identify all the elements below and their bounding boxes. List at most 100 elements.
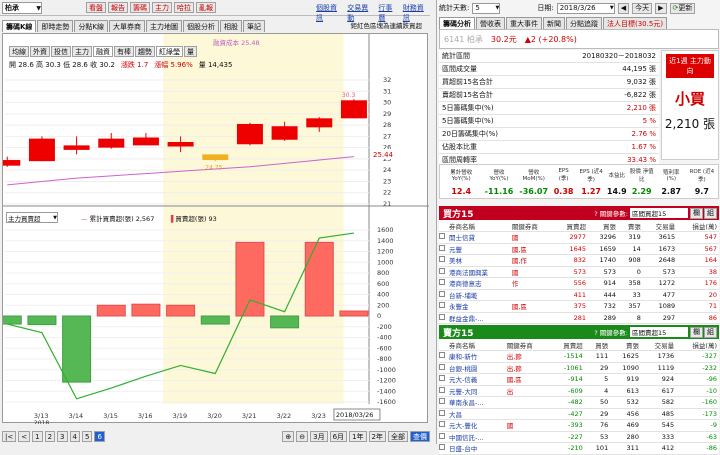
column-header[interactable]: 券商名稱 [447,220,510,232]
column-header[interactable]: 券商名稱 [447,339,505,351]
range-6m[interactable]: 6月 [329,431,348,442]
tab-branch-k[interactable]: 分點K線 [74,20,109,32]
sell-param-select[interactable]: 區間賣超15 [630,327,688,337]
row-checkbox[interactable] [439,350,447,363]
column-header[interactable]: 損益(萬) [676,339,719,351]
column-header[interactable]: 關鍵券商 [504,339,550,351]
tab-analysis[interactable]: 個股分析 [183,20,220,32]
column-header[interactable]: 買賣超 [549,339,585,351]
prev-day-button[interactable]: ◀ [617,2,630,14]
column-header[interactable]: 交易量 [642,220,678,232]
page-5[interactable]: 5 [81,431,93,442]
broker-row[interactable]: 台新-埔墘 411 444 33 477 20 [439,289,719,301]
today-button[interactable]: 今天 [632,2,653,14]
column-header[interactable]: 買賣超 [553,220,588,232]
page-1[interactable]: 1 [32,431,43,442]
ind-ma[interactable]: 均線 [9,46,29,57]
broker-row[interactable]: 港商德意志作 556 914 358 1272 176 [439,277,719,290]
ind-trust[interactable]: 投信 [51,46,71,57]
stock-select[interactable]: 柏承 ▼ [2,2,42,14]
days-select[interactable]: 5 ▼ [472,2,501,14]
row-checkbox[interactable] [439,408,447,420]
ind-volume[interactable]: 量 [184,46,197,57]
row-checkbox[interactable] [439,442,447,455]
prev-page-button[interactable]: < [18,431,31,442]
column-header[interactable]: 買張 [584,339,611,351]
broker-row[interactable]: 群益金鼎-... 281 289 8 297 86 [439,312,719,324]
ind-redgreen[interactable]: 紅綠瑩 [156,46,183,57]
refresh-button[interactable]: ⟳ 更新 [669,2,696,14]
range-3m[interactable]: 3月 [310,431,328,442]
range-1y[interactable]: 1年 [349,431,367,442]
buy-param-select[interactable]: 區間買超15 [630,208,688,218]
column-header[interactable]: 賣張 [610,339,641,351]
column-header[interactable]: 交易量 [640,339,677,351]
tab-notes[interactable]: 筆記 [243,20,266,32]
broker-row[interactable]: 開士信貸國 2977 3296 319 3615 547 [439,231,719,244]
query-price-button[interactable]: 查價 [410,431,430,442]
range-2y[interactable]: 2年 [368,431,386,442]
broker-row[interactable]: 元豐-大同出 -609 4 613 617 -10 [439,385,719,397]
broker-row[interactable]: 元豐 國,區 1645 1659 14 1673 567 [439,243,719,255]
row-checkbox[interactable] [439,396,447,409]
page-3[interactable]: 3 [57,431,68,442]
row-checkbox[interactable] [439,300,447,313]
tab-target[interactable]: 法人目標(30.5元) [603,17,668,29]
date-input[interactable]: 2018/3/26 ▼ [556,2,615,14]
tab-events[interactable]: 重大事件 [506,17,542,29]
column-header[interactable]: 關鍵券商 [509,220,554,232]
broker-row[interactable]: 華南永昌-... -482 50 532 582 -160 [439,396,719,409]
news-button[interactable]: 亂報 [196,2,216,13]
broker-row[interactable]: 中國信託-... -227 53 280 333 -63 [439,431,719,443]
tab-related[interactable]: 相股 [220,20,243,32]
column-header[interactable]: 買張 [587,220,618,232]
zoom-out-button[interactable]: ⊖ [296,431,309,442]
row-checkbox[interactable] [439,231,447,244]
page-2[interactable]: 2 [44,431,56,442]
column-header[interactable]: 損益(萬) [677,220,719,232]
page-4[interactable]: 4 [69,431,80,442]
row-checkbox[interactable] [439,243,447,255]
broker-row[interactable]: 美林 國,作 832 1740 908 2648 164 [439,254,719,267]
broker-row[interactable]: 港商法國興業國 573 573 0 573 38 [439,266,719,278]
broker-row[interactable]: 台銀-桃園 出,節 -1061 29 1090 1119 -232 [439,362,719,374]
tab-intraday[interactable]: 即時走勢 [37,20,74,32]
tab-kline[interactable]: 籌碼K線 [2,20,37,32]
row-checkbox[interactable] [439,373,447,386]
row-checkbox[interactable] [439,419,447,432]
row-checkbox[interactable] [439,312,447,324]
row-checkbox[interactable] [439,362,447,374]
tab-branch[interactable]: 分點追蹤 [566,17,602,29]
zoom-in-button[interactable]: ⊕ [282,431,295,442]
buy-group-button[interactable]: 組 [704,207,717,219]
broker-row[interactable]: 日盛-台中 -210 101 311 412 -86 [439,442,719,455]
row-checkbox[interactable] [439,254,447,267]
chat-button[interactable]: 哈拉 [174,2,194,13]
broker-row[interactable]: 康和-新竹 出,節 -1514 111 1625 1736 -327 [439,350,719,363]
ind-bar[interactable]: 有棒 [114,46,134,57]
row-checkbox[interactable] [439,277,447,290]
view-button[interactable]: 看盤 [86,2,106,13]
page-6[interactable]: 6 [94,431,105,442]
lower-indicator-select[interactable]: 主力買賣超 ▼ [6,212,58,223]
report-button[interactable]: 報告 [108,2,128,13]
tab-big-order[interactable]: 大單券商 [109,20,146,32]
first-page-button[interactable]: |< [2,431,17,442]
broker-row[interactable]: 大昌 -427 29 456 485 -173 [439,408,719,420]
broker-row[interactable]: 永豐金 國,區 375 732 357 1089 71 [439,300,719,313]
sell-group-button[interactable]: 組 [704,326,717,338]
row-checkbox[interactable] [439,431,447,443]
ind-force[interactable]: 主力 [72,46,92,57]
column-header[interactable]: 賣張 [618,220,643,232]
row-checkbox[interactable] [439,289,447,301]
broker-row[interactable]: 元大-信義 國,區 -914 5 919 924 -96 [439,373,719,386]
row-checkbox[interactable] [439,266,447,278]
next-day-button[interactable]: ▶ [655,2,667,14]
ind-trend[interactable]: 趨勢 [135,46,155,57]
row-checkbox[interactable] [439,385,447,397]
broker-row[interactable]: 元大-豐化國 -393 76 469 545 -9 [439,419,719,432]
ind-foreign[interactable]: 外資 [30,46,50,57]
range-all[interactable]: 全部 [388,431,408,442]
main-force-button[interactable]: 主力 [152,2,172,13]
tab-news[interactable]: 新聞 [543,17,565,29]
